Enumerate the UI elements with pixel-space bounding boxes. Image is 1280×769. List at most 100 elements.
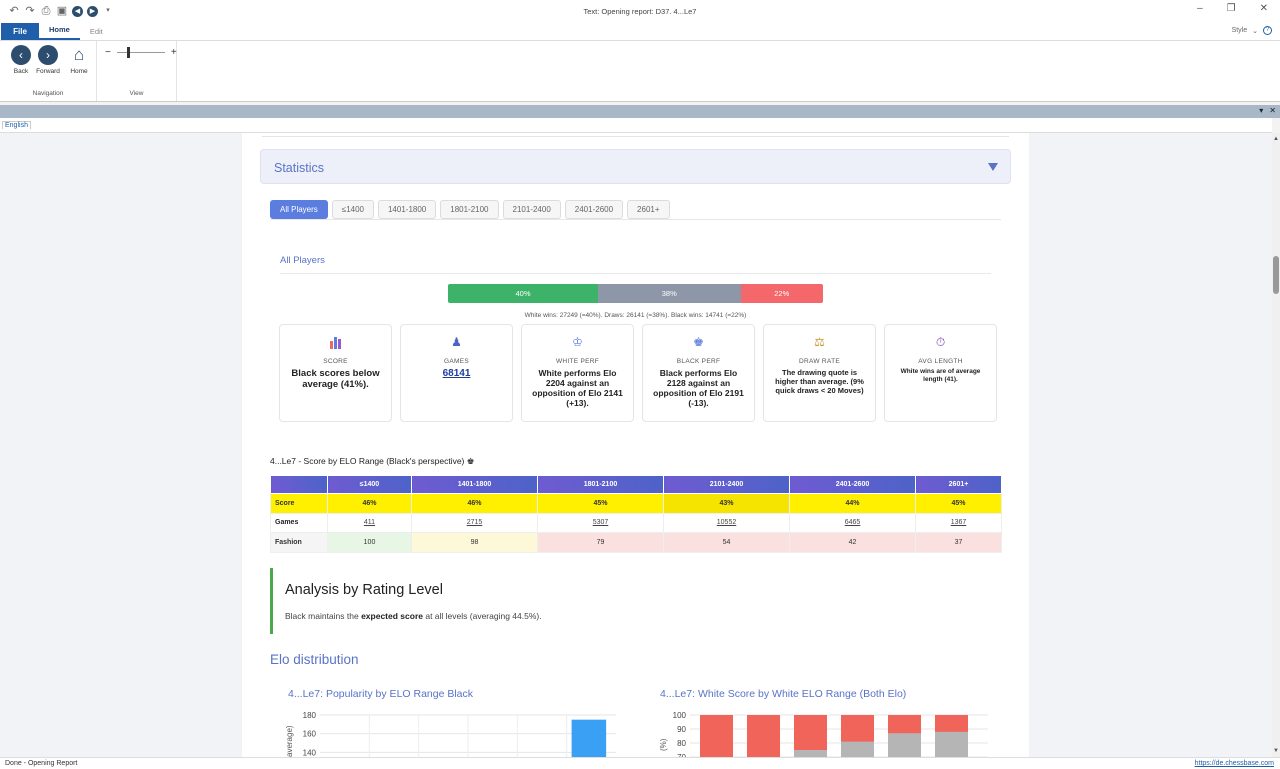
white-score-chart-title: 4...Le7: White Score by White ELO Range … xyxy=(660,688,907,700)
games-link[interactable]: 10552 xyxy=(663,512,790,533)
games-card: ♟ GAMES 68141 xyxy=(400,324,513,422)
tab-edit[interactable]: Edit xyxy=(80,23,113,40)
table-cell: 46% xyxy=(327,493,412,514)
close-icon[interactable]: ✕ xyxy=(1260,3,1268,14)
table-cell: 79 xyxy=(537,532,664,553)
zoom-out-button[interactable]: − xyxy=(105,47,111,58)
games-link[interactable]: 2715 xyxy=(411,512,538,533)
pawn-icon: ♟ xyxy=(451,335,462,349)
games-link[interactable]: 411 xyxy=(327,512,412,533)
table-row: Games 411 2715 5307 10552 6465 1367 xyxy=(270,512,1002,533)
scroll-up-icon[interactable]: ▲ xyxy=(1273,136,1279,142)
table-cell: 54 xyxy=(663,532,790,553)
customize-dropdown-icon[interactable]: ▾ xyxy=(102,5,114,17)
print-icon[interactable]: ⎙ xyxy=(40,5,52,17)
bar-chart-icon xyxy=(280,335,391,351)
y-tick-label: 100 xyxy=(673,711,687,720)
row-label: Fashion xyxy=(270,532,328,553)
filter-2601-plus[interactable]: 2601+ xyxy=(627,200,670,219)
redo-icon[interactable]: ↷ xyxy=(24,5,36,17)
pane-dropdown-icon[interactable]: ▾ xyxy=(1259,106,1263,115)
pane-header: ▾ ✕ xyxy=(0,105,1280,118)
games-link[interactable]: 6465 xyxy=(789,512,916,533)
minimize-icon[interactable]: – xyxy=(1197,3,1203,14)
filter-all-players[interactable]: All Players xyxy=(270,200,328,219)
popularity-chart: average) 180 160 140 xyxy=(286,711,616,757)
elo-filter-tabs: All Players ≤1400 1401-1800 1801-2100 21… xyxy=(270,200,670,219)
filter-1401-1800[interactable]: 1401-1800 xyxy=(377,200,437,219)
games-link[interactable]: 68141 xyxy=(401,368,512,379)
style-menu[interactable]: Style xyxy=(1232,27,1248,34)
column-header: ≤1400 xyxy=(327,475,412,494)
table-cell: 100 xyxy=(327,532,412,553)
table-cell: 44% xyxy=(789,493,916,514)
forward-small-icon[interactable]: ▶ xyxy=(87,5,98,17)
file-tab[interactable]: File xyxy=(1,23,39,40)
filter-2101-2400[interactable]: 2101-2400 xyxy=(502,200,561,219)
y-tick-label: 140 xyxy=(303,748,317,757)
zoom-slider[interactable] xyxy=(116,47,165,58)
forward-arrow-icon: › xyxy=(38,45,58,65)
black-perf-card: ♚ BLACK PERF Black performs Elo 2128 aga… xyxy=(642,324,755,422)
back-button[interactable]: ‹ Back xyxy=(6,45,36,75)
results-summary: White wins: 27249 (=40%). Draws: 26141 (… xyxy=(524,312,747,319)
filter-1801-2100[interactable]: 1801-2100 xyxy=(440,200,499,219)
table-row: Score 46% 46% 45% 43% 44% 45% xyxy=(270,493,1002,514)
title-bar: ↶ ↷ ⎙ ▣ ◀ ▶ ▾ Text: Opening report: D37.… xyxy=(0,0,1280,22)
stat-cards: SCORE Black scores below average (41%). … xyxy=(279,324,997,422)
help-icon[interactable]: ? xyxy=(1263,26,1272,35)
black-king-icon: ♚ xyxy=(693,335,704,349)
games-link[interactable]: 1367 xyxy=(915,512,1002,533)
divider xyxy=(262,136,1009,137)
white-perf-card: ♔ WHITE PERF White performs Elo 2204 aga… xyxy=(521,324,634,422)
bar-segment xyxy=(794,750,827,757)
y-tick-label: 90 xyxy=(677,725,686,734)
elo-table-title: 4...Le7 - Score by ELO Range (Black's pe… xyxy=(270,456,475,466)
filter-1400[interactable]: ≤1400 xyxy=(331,200,374,219)
divider xyxy=(270,219,1001,220)
bar-segment xyxy=(888,733,921,757)
scales-icon: ⚖ xyxy=(814,335,825,349)
status-bar: Done - Opening Report https://de.chessba… xyxy=(0,757,1280,769)
pane-close-icon[interactable]: ✕ xyxy=(1269,106,1276,115)
row-label: Games xyxy=(270,512,328,533)
score-card: SCORE Black scores below average (41%). xyxy=(279,324,392,422)
zoom-in-button[interactable]: + xyxy=(171,47,177,58)
table-header-row: ≤1400 1401-1800 1801-2100 2101-2400 2401… xyxy=(270,475,1002,494)
forward-button[interactable]: › Forward xyxy=(33,45,63,75)
column-header: 2401-2600 xyxy=(789,475,916,494)
vertical-scrollbar[interactable]: ▲ ▼ xyxy=(1272,133,1280,757)
player-group-heading: All Players xyxy=(280,255,325,266)
save-icon[interactable]: ▣ xyxy=(56,5,68,17)
chevron-down-icon[interactable]: ⌄ xyxy=(1252,27,1258,35)
statistics-section-header[interactable]: Statistics xyxy=(260,149,1011,184)
scroll-down-icon[interactable]: ▼ xyxy=(1273,748,1279,754)
y-axis-label: (%) xyxy=(659,738,668,751)
filter-2401-2600[interactable]: 2401-2600 xyxy=(564,200,624,219)
column-header: 1801-2100 xyxy=(537,475,664,494)
table-cell: 45% xyxy=(537,493,664,514)
home-button[interactable]: ⌂ Home xyxy=(64,45,94,75)
analysis-text: Black maintains the expected score at al… xyxy=(285,611,542,621)
bar-segment xyxy=(747,715,780,757)
status-text: Done - Opening Report xyxy=(5,760,78,767)
navigation-group: ‹ Back › Forward ⌂ Home Navigation xyxy=(0,41,97,101)
scrollbar-thumb[interactable] xyxy=(1273,256,1279,294)
status-link[interactable]: https://de.chessbase.com xyxy=(1195,760,1274,767)
table-header-empty xyxy=(270,475,328,494)
tab-home[interactable]: Home xyxy=(39,21,80,40)
y-tick-label: 80 xyxy=(677,739,686,748)
report-viewport: Statistics All Players ≤1400 1401-1800 1… xyxy=(0,133,1272,757)
analysis-callout: Analysis by Rating Level Black maintains… xyxy=(270,568,1001,634)
back-small-icon[interactable]: ◀ xyxy=(72,5,83,17)
y-tick-label: 160 xyxy=(303,730,317,739)
y-tick-label: 180 xyxy=(303,711,317,720)
undo-icon[interactable]: ↶ xyxy=(8,5,20,17)
window-title: Text: Opening report: D37. 4...Le7 xyxy=(583,7,697,16)
white-king-icon: ♔ xyxy=(572,335,583,349)
tab-english[interactable]: English xyxy=(2,121,31,129)
restore-icon[interactable]: ❐ xyxy=(1227,3,1236,14)
collapse-arrow-icon[interactable] xyxy=(988,163,998,171)
zoom-slider-thumb[interactable] xyxy=(126,47,130,58)
games-link[interactable]: 5307 xyxy=(537,512,664,533)
